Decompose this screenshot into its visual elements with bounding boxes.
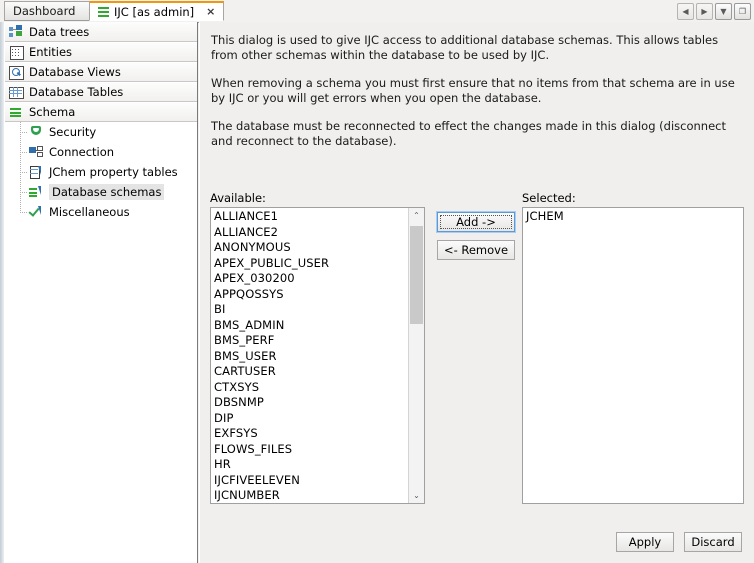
- sidebar-item-database-tables[interactable]: Database Tables: [5, 82, 197, 102]
- available-list-scrollbar[interactable]: ⌃ ⌄: [408, 208, 424, 503]
- sidebar-left-edge: [0, 22, 5, 563]
- description-paragraph-3: The database must be reconnected to effe…: [211, 119, 740, 149]
- sidebar-item-connection-label: Connection: [49, 145, 114, 159]
- scroll-tabs-left-button[interactable]: ◀: [677, 3, 694, 20]
- available-list-item[interactable]: APPQOSSYS: [213, 287, 409, 303]
- available-list-item[interactable]: HR: [213, 457, 409, 473]
- shield-icon: [29, 125, 43, 139]
- scroll-down-arrow-icon[interactable]: ⌄: [409, 488, 424, 503]
- sidebar-item-database-tables-label: Database Tables: [29, 85, 123, 99]
- schema-bars-icon: [9, 105, 23, 119]
- sidebar-item-entities[interactable]: Entities: [5, 42, 197, 62]
- tab-ijc-label: IJC [as admin]: [114, 5, 194, 19]
- tab-ijc-as-admin[interactable]: IJC [as admin] ×: [89, 1, 224, 21]
- selected-label: Selected:: [522, 191, 576, 205]
- sidebar-item-miscellaneous-label: Miscellaneous: [49, 205, 130, 219]
- available-list-item[interactable]: EXFSYS: [213, 426, 409, 442]
- sidebar-item-connection[interactable]: Connection: [5, 142, 197, 162]
- available-list-item[interactable]: ANONYMOUS: [213, 240, 409, 256]
- available-list-item[interactable]: IJCFIVEELEVEN: [213, 473, 409, 489]
- data-tree-icon: [9, 25, 23, 39]
- available-list-item[interactable]: IJCNUMBER: [213, 488, 409, 503]
- scroll-up-arrow-icon[interactable]: ⌃: [409, 208, 424, 223]
- available-list-item[interactable]: BMS_PERF: [213, 333, 409, 349]
- available-list-item[interactable]: APEX_PUBLIC_USER: [213, 256, 409, 272]
- sidebar-item-data-trees-label: Data trees: [29, 25, 89, 39]
- available-list-item[interactable]: CARTUSER: [213, 364, 409, 380]
- available-label: Available:: [210, 191, 266, 205]
- sidebar-item-security-label: Security: [49, 125, 96, 139]
- database-view-magnifier-icon: [9, 65, 23, 79]
- available-list-item[interactable]: DBSNMP: [213, 395, 409, 411]
- sidebar-item-security[interactable]: Security: [5, 122, 197, 142]
- tree-connector: [15, 202, 29, 222]
- discard-button[interactable]: Discard: [684, 532, 742, 552]
- application-window: Dashboard × IJC [as admin] × ◀ ▶ ▼ ❐ Dat…: [0, 0, 754, 563]
- sidebar-item-database-schemas[interactable]: Database schemas: [5, 182, 197, 202]
- scrollbar-thumb[interactable]: [410, 226, 423, 324]
- selected-schemas-list[interactable]: JCHEM: [522, 207, 744, 504]
- sidebar-item-database-schemas-label: Database schemas: [49, 184, 164, 200]
- sidebar-item-schema-label: Schema: [29, 105, 75, 119]
- available-list-item[interactable]: DIP: [213, 411, 409, 427]
- sidebar-item-jchem-property-tables-label: JChem property tables: [49, 165, 178, 179]
- description-paragraph-1: This dialog is used to give IJC access t…: [211, 33, 740, 63]
- connection-icon: [29, 145, 43, 159]
- database-table-grid-icon: [9, 85, 23, 99]
- scroll-tabs-right-button[interactable]: ▶: [696, 3, 713, 20]
- tab-list-dropdown-button[interactable]: ▼: [715, 3, 732, 20]
- schema-bars-icon: [98, 6, 109, 17]
- selected-list-item[interactable]: JCHEM: [525, 209, 743, 225]
- tab-dashboard-label: Dashboard: [13, 4, 75, 18]
- miscellaneous-check-icon: [29, 205, 43, 219]
- entities-grid-icon: [9, 45, 23, 59]
- add-button[interactable]: Add ->: [437, 212, 515, 232]
- sidebar-item-data-trees[interactable]: Data trees: [5, 22, 197, 42]
- dialog-actions: Apply Discard: [616, 532, 742, 552]
- sidebar-item-miscellaneous[interactable]: Miscellaneous: [5, 202, 197, 222]
- database-schemas-dialog: This dialog is used to give IJC access t…: [199, 22, 754, 563]
- available-list-item[interactable]: APEX_030200: [213, 271, 409, 287]
- tree-connector: [15, 182, 29, 202]
- apply-button[interactable]: Apply: [616, 532, 674, 552]
- description-paragraph-2: When removing a schema you must first en…: [211, 76, 740, 106]
- sidebar-item-database-views-label: Database Views: [29, 65, 121, 79]
- database-schemas-icon: [29, 185, 43, 199]
- sidebar: Data trees Entities: [0, 22, 198, 563]
- tab-ijc-close-icon[interactable]: ×: [204, 6, 217, 17]
- available-schemas-list[interactable]: ALLIANCE1ALLIANCE2ANONYMOUSAPEX_PUBLIC_U…: [210, 207, 425, 504]
- available-list-item[interactable]: CTXSYS: [213, 380, 409, 396]
- available-list-item[interactable]: ALLIANCE1: [213, 209, 409, 225]
- available-list-item[interactable]: ALLIANCE2: [213, 225, 409, 241]
- available-list-item[interactable]: BMS_ADMIN: [213, 318, 409, 334]
- window-controls: ◀ ▶ ▼ ❐: [677, 3, 751, 20]
- transfer-buttons: Add -> <- Remove: [437, 212, 515, 268]
- sidebar-item-schema[interactable]: Schema: [5, 102, 197, 122]
- tree-connector: [15, 142, 29, 162]
- tree-connector: [15, 162, 29, 182]
- maximize-window-button[interactable]: ❐: [734, 3, 751, 20]
- sidebar-item-jchem-property-tables[interactable]: JChem property tables: [5, 162, 197, 182]
- available-list-item[interactable]: BMS_USER: [213, 349, 409, 365]
- sidebar-item-database-views[interactable]: Database Views: [5, 62, 197, 82]
- dialog-description: This dialog is used to give IJC access t…: [211, 33, 740, 149]
- remove-button[interactable]: <- Remove: [437, 240, 515, 260]
- tab-strip: Dashboard × IJC [as admin] × ◀ ▶ ▼ ❐: [0, 0, 754, 23]
- available-list-item[interactable]: BI: [213, 302, 409, 318]
- tree-connector: [15, 122, 29, 142]
- sidebar-item-entities-label: Entities: [29, 45, 72, 59]
- available-list-item[interactable]: FLOWS_FILES: [213, 442, 409, 458]
- property-table-icon: [29, 165, 43, 179]
